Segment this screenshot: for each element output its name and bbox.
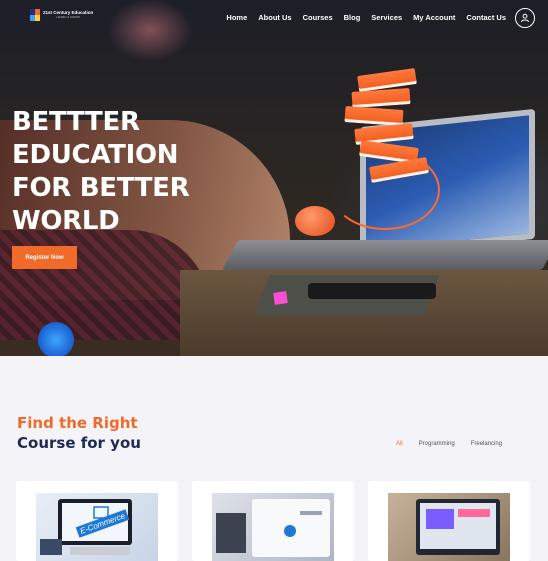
course-card-image: E-Commerce	[36, 493, 158, 561]
nav-about-us[interactable]: About Us	[258, 13, 291, 22]
hero-banner: BETTTER EDUCATION FOR BETTER WORLD Regis…	[0, 0, 548, 356]
hero-headline-line: BETTTER	[12, 107, 140, 137]
courses-heading-line2: Course for you	[17, 434, 141, 452]
analytics-tablet-icon	[216, 499, 330, 557]
courses-heading-line1: Find the Right	[17, 414, 138, 432]
nav-courses[interactable]: Courses	[303, 13, 333, 22]
nav-my-account[interactable]: My Account	[413, 13, 455, 22]
hero-light-blob	[38, 322, 74, 356]
book-icon	[344, 105, 404, 127]
filter-freelancing[interactable]: Freelancing	[471, 441, 502, 447]
book-icon	[351, 87, 411, 109]
logo-tagline: LEARN & GROW	[56, 15, 80, 20]
course-card[interactable]	[368, 481, 530, 561]
hero-laptop-keyboard	[222, 240, 548, 270]
courses-heading: Find the Right Course for you	[17, 413, 141, 453]
nav-services[interactable]: Services	[371, 13, 402, 22]
hero-headline-line: WORLD	[12, 206, 120, 236]
nav-home[interactable]: Home	[226, 13, 247, 22]
hero-headline-line: FOR BETTER	[12, 173, 190, 203]
hero-headline-line: EDUCATION	[12, 140, 179, 170]
logo-text: 21st Century Education LEARN & GROW	[43, 10, 93, 20]
design-monitor-icon	[416, 499, 500, 555]
top-navigation: 21st Century Education LEARN & GROW Home…	[0, 0, 548, 36]
course-card-image	[212, 493, 334, 561]
site-logo[interactable]: 21st Century Education LEARN & GROW	[30, 9, 93, 21]
filter-programming[interactable]: Programming	[419, 441, 455, 447]
course-card-image	[388, 493, 510, 561]
filter-all[interactable]: All	[396, 441, 403, 447]
course-card[interactable]	[192, 481, 354, 561]
hero-sticky-note	[273, 291, 288, 305]
nav-contact-us[interactable]: Contact Us	[466, 13, 506, 22]
course-card[interactable]: E-Commerce	[16, 481, 178, 561]
main-menu: Home About Us Courses Blog Services My A…	[226, 13, 506, 22]
course-filter-tabs: All Programming Freelancing	[396, 441, 502, 447]
user-icon	[521, 13, 529, 23]
register-now-button[interactable]: Register Now	[12, 246, 77, 269]
user-account-button[interactable]	[515, 8, 535, 28]
nav-blog[interactable]: Blog	[344, 13, 361, 22]
hero-headline: BETTTER EDUCATION FOR BETTER WORLD	[12, 106, 190, 238]
logo-icon	[30, 9, 40, 21]
hero-mouse	[295, 206, 335, 236]
hero-phone	[308, 283, 436, 299]
